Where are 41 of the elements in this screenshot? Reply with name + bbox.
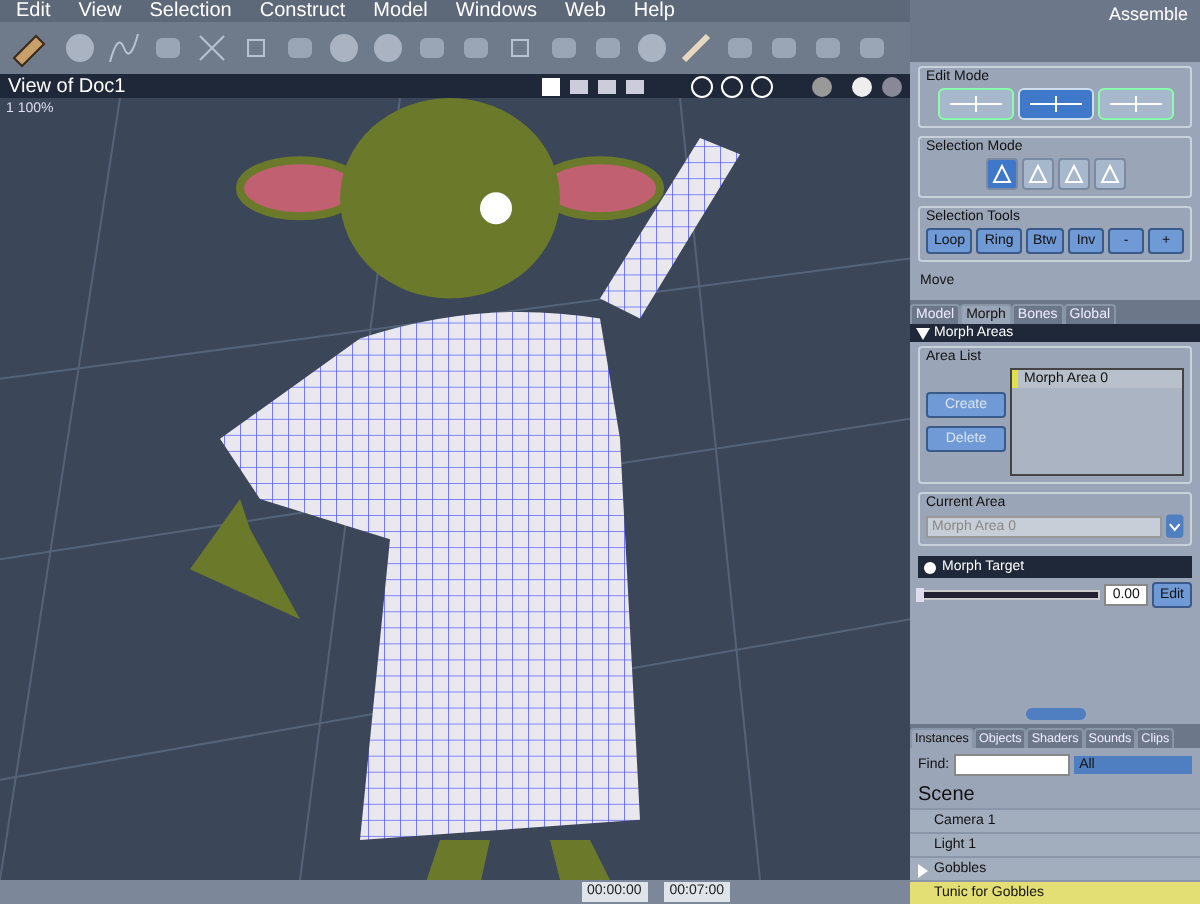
edit-mode-button[interactable]	[1017, 88, 1093, 120]
edit-mode-button[interactable]	[937, 88, 1013, 120]
disclosure-triangle-icon[interactable]	[916, 327, 930, 339]
sphere-icon[interactable]	[372, 32, 404, 64]
selection-mode-button[interactable]	[985, 158, 1017, 190]
selection-mode-button[interactable]	[1021, 158, 1053, 190]
tool-icon[interactable]	[856, 32, 888, 64]
tool-icon[interactable]	[416, 32, 448, 64]
tool-icon[interactable]	[724, 32, 756, 64]
sphere-icon[interactable]	[636, 32, 668, 64]
find-field[interactable]	[953, 754, 1070, 776]
slider-thumb[interactable]	[916, 588, 924, 602]
sphere-icon[interactable]	[328, 32, 360, 64]
curve-icon[interactable]	[108, 32, 140, 64]
tool-icon[interactable]	[768, 32, 800, 64]
menu-item[interactable]: Web	[565, 0, 606, 22]
edit-mode-button[interactable]	[1097, 88, 1173, 120]
sphere-icon[interactable]	[64, 32, 96, 64]
menu-item[interactable]: View	[78, 0, 122, 22]
menu-item[interactable]: Selection	[149, 0, 232, 22]
morph-slider[interactable]	[918, 590, 1101, 600]
tool-icon[interactable]	[284, 32, 316, 64]
tool-icon[interactable]	[812, 32, 844, 64]
splitter-handle[interactable]	[1025, 708, 1085, 720]
selection-mode-button[interactable]	[1057, 158, 1089, 190]
menu-item[interactable]: Edit	[16, 0, 51, 22]
view-title: View of Doc1	[8, 75, 126, 97]
menu-item[interactable]: Model	[373, 0, 428, 22]
expand-triangle-icon[interactable]	[918, 864, 928, 878]
view-controls-icon[interactable]	[542, 75, 902, 97]
tool-icon[interactable]	[152, 32, 184, 64]
dot-icon	[924, 561, 936, 573]
dropdown-icon[interactable]	[1166, 514, 1184, 538]
tool-icon[interactable]	[460, 32, 492, 64]
menu-item[interactable]: Windows	[455, 0, 537, 22]
menu-item[interactable]: Construct	[259, 0, 346, 22]
room-label[interactable]: Assemble	[1108, 4, 1188, 24]
tool-icon[interactable]	[592, 32, 624, 64]
menu-item[interactable]: Help	[633, 0, 675, 22]
selection-mode-button[interactable]	[1093, 158, 1125, 190]
tool-icon[interactable]	[548, 32, 580, 64]
